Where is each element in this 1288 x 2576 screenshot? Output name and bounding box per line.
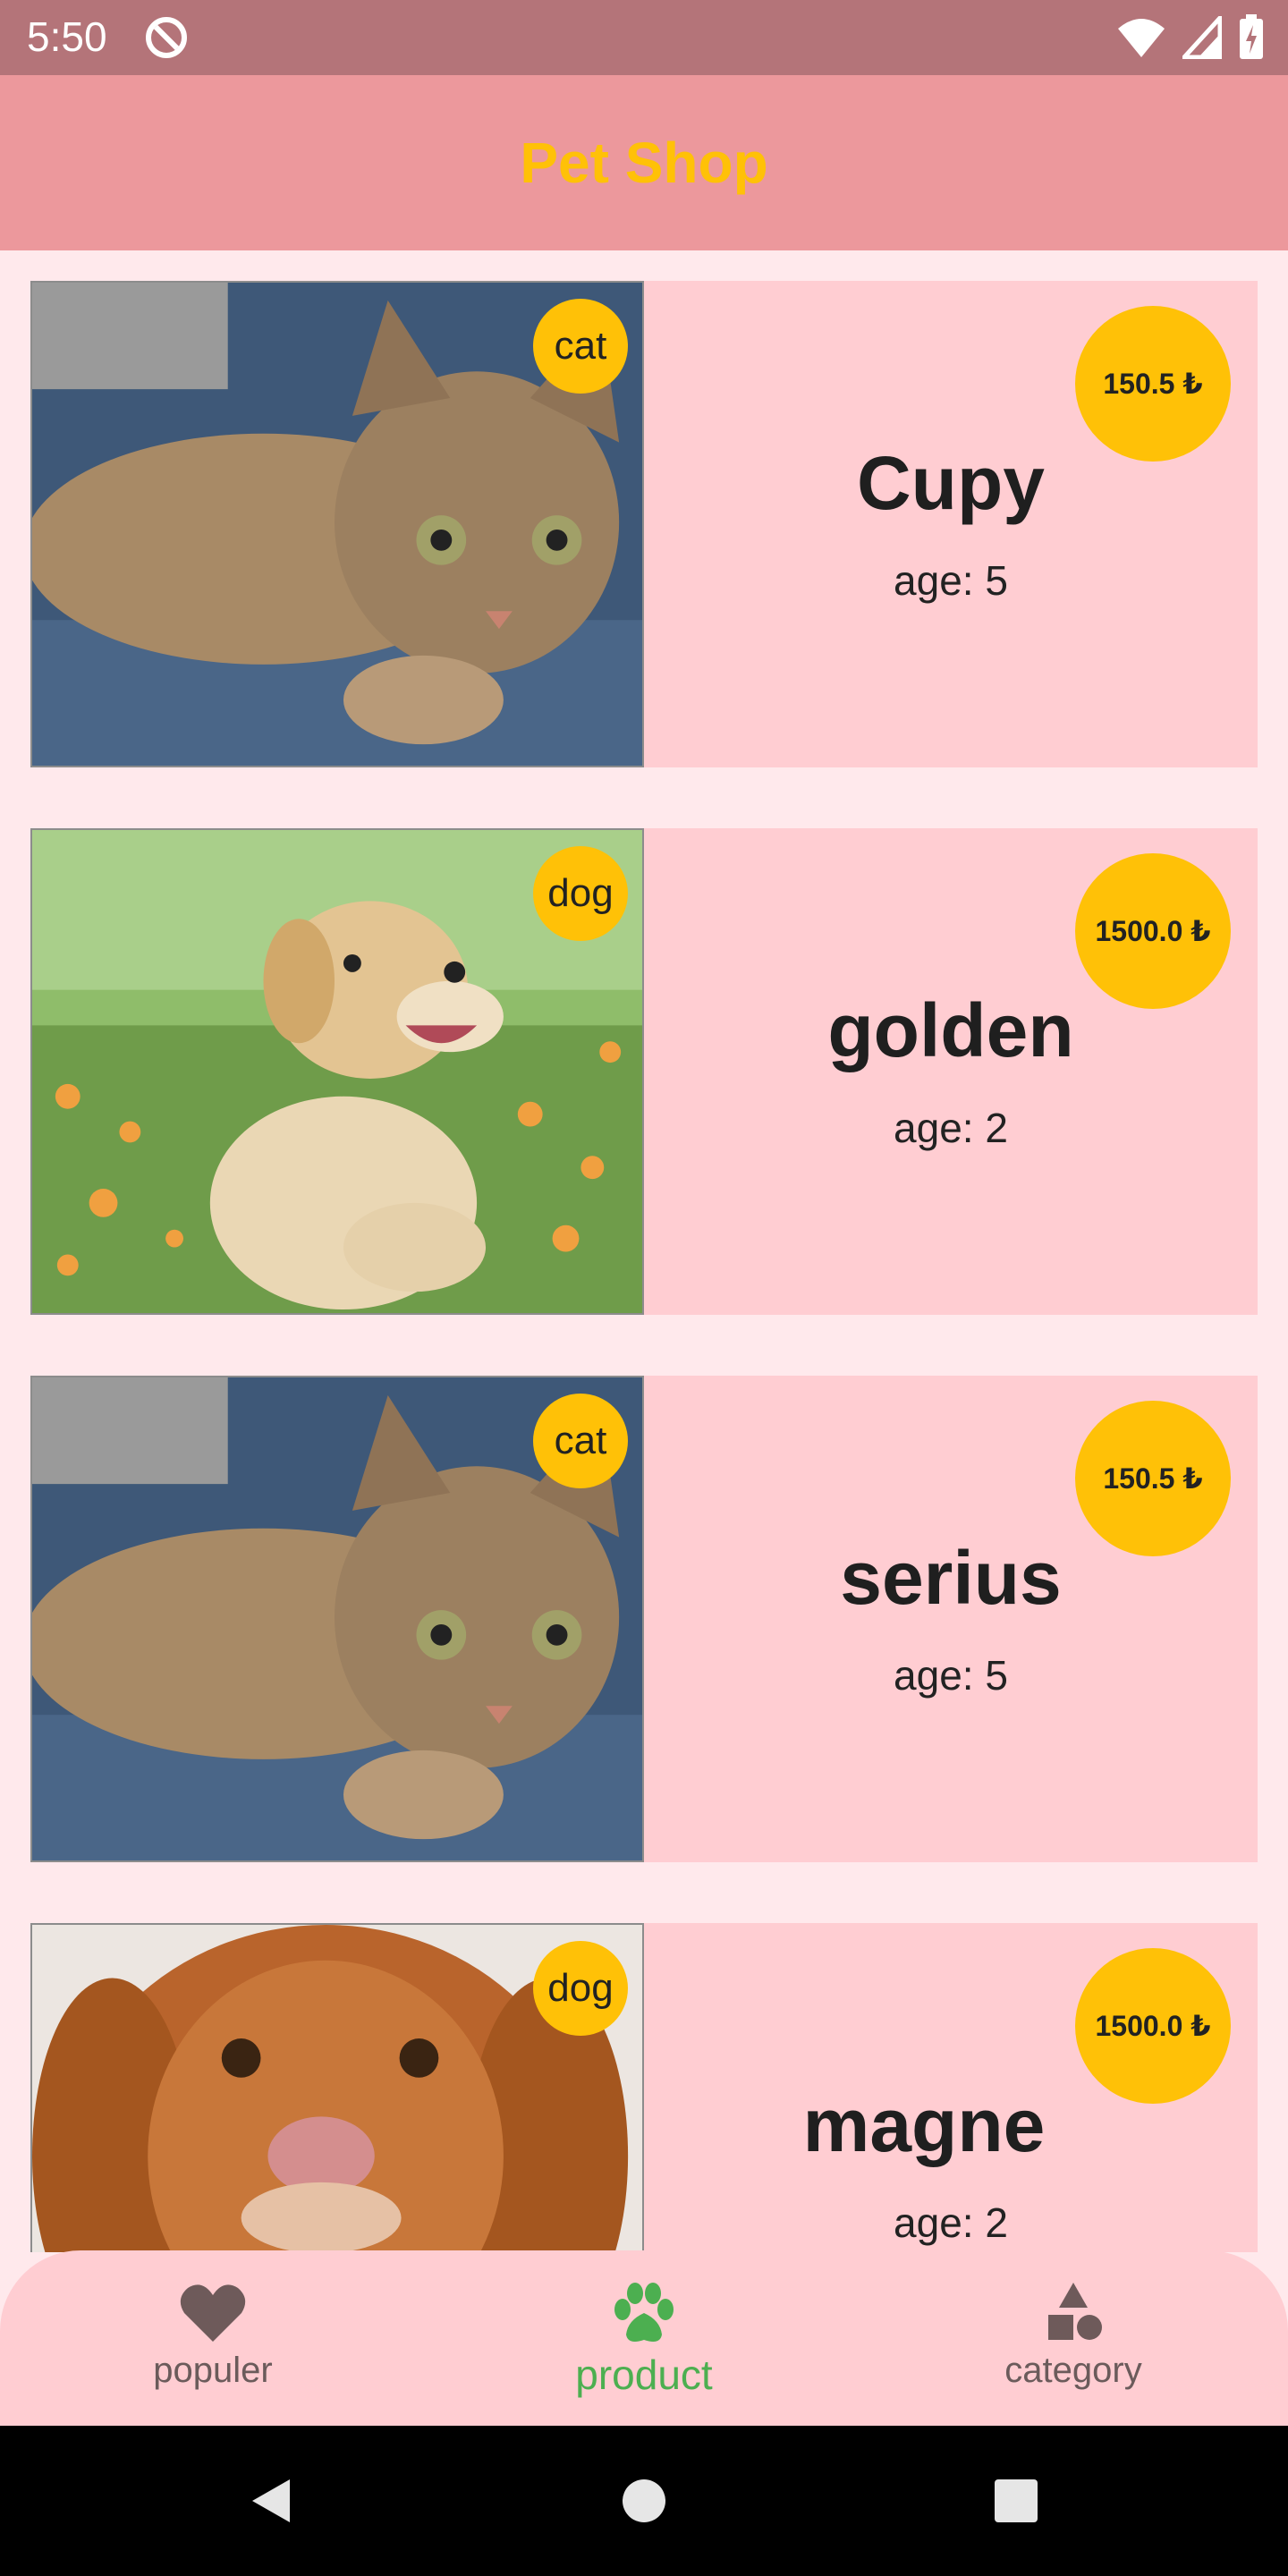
pet-info: 150.5 ₺ Cupy age: 5: [644, 281, 1258, 767]
system-navigation-bar: [0, 2426, 1288, 2576]
pet-photo: dog: [30, 828, 644, 1315]
price-badge: 1500.0 ₺: [1075, 1948, 1231, 2104]
pet-name: golden: [827, 988, 1074, 1072]
nav-item-product[interactable]: product: [510, 2277, 778, 2399]
category-badge: dog: [533, 846, 628, 941]
nav-label: product: [575, 2351, 713, 2398]
pet-name: magne: [802, 2083, 1046, 2167]
nav-item-populer[interactable]: populer: [79, 2277, 347, 2391]
pet-name: serius: [840, 1536, 1062, 1620]
pet-list[interactable]: cat 150.5 ₺ Cupy age: 5 dog 1500.0 ₺ gol…: [0, 250, 1288, 2252]
category-badge: dog: [533, 1941, 628, 2036]
price-badge: 150.5 ₺: [1075, 306, 1231, 462]
pet-photo: cat: [30, 281, 644, 767]
back-icon[interactable]: [243, 2474, 297, 2528]
category-badge: cat: [533, 299, 628, 394]
pet-card[interactable]: dog 1500.0 ₺ magne age: 2: [30, 1923, 1258, 2252]
pet-age: age: 5: [894, 557, 1008, 604]
pet-photo: cat: [30, 1376, 644, 1862]
pet-name: Cupy: [857, 441, 1045, 525]
pet-age: age: 2: [894, 2199, 1008, 2246]
status-icons: [1116, 13, 1265, 63]
pet-age: age: 5: [894, 1652, 1008, 1699]
status-bar: 5:50: [0, 0, 1288, 75]
signal-icon: [1182, 16, 1222, 59]
pet-age: age: 2: [894, 1105, 1008, 1151]
sync-disabled-icon: [146, 17, 187, 58]
nav-item-category[interactable]: category: [939, 2277, 1208, 2391]
paw-icon: [614, 2283, 674, 2342]
nav-label: category: [1004, 2351, 1142, 2390]
pet-info: 1500.0 ₺ magne age: 2: [644, 1923, 1258, 2252]
page-title: Pet Shop: [520, 131, 768, 195]
battery-icon: [1240, 14, 1263, 59]
category-badge: cat: [533, 1394, 628, 1488]
nav-label: populer: [153, 2351, 273, 2390]
pet-card[interactable]: cat 150.5 ₺ Cupy age: 5: [30, 281, 1258, 767]
bottom-navigation: populer product category: [0, 2250, 1288, 2426]
price-badge: 150.5 ₺: [1075, 1401, 1231, 1556]
pet-photo: dog: [30, 1923, 644, 2252]
pet-info: 150.5 ₺ serius age: 5: [644, 1376, 1258, 1862]
pet-card[interactable]: dog 1500.0 ₺ golden age: 2: [30, 828, 1258, 1315]
heart-icon: [180, 2284, 246, 2342]
app-bar: Pet Shop: [0, 75, 1288, 250]
pet-card[interactable]: cat 150.5 ₺ serius age: 5: [30, 1376, 1258, 1862]
status-time: 5:50: [27, 13, 107, 60]
pet-info: 1500.0 ₺ golden age: 2: [644, 828, 1258, 1315]
shapes-icon: [1048, 2283, 1102, 2340]
recents-icon[interactable]: [989, 2474, 1043, 2528]
wifi-icon: [1118, 19, 1165, 57]
home-icon[interactable]: [617, 2474, 671, 2528]
price-badge: 1500.0 ₺: [1075, 853, 1231, 1009]
